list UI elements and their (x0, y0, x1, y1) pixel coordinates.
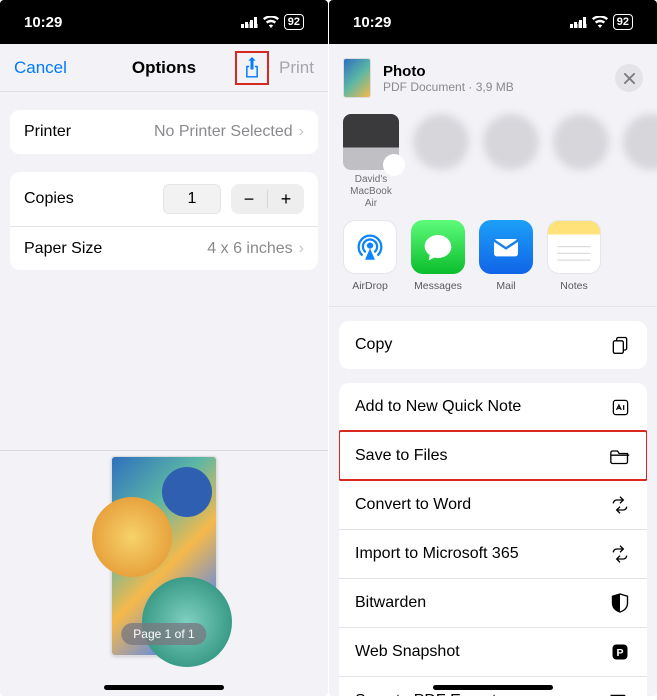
printer-label: Printer (24, 123, 71, 141)
notes-icon (547, 220, 601, 274)
print-options-screen: 10:29 92 Cancel Options Print Printer No… (0, 0, 328, 696)
copy-action[interactable]: Copy (339, 321, 647, 369)
folder-icon (609, 445, 631, 467)
airdrop-badge-icon (383, 154, 405, 176)
pdf-expert-icon (609, 690, 631, 696)
share-highlight (235, 51, 269, 85)
chevron-right-icon: › (299, 123, 304, 141)
avatar (413, 114, 469, 170)
share-apps-row: AirDrop Messages Mail Notes (329, 208, 657, 307)
document-subtitle: PDF Document · 3,9 MB (383, 80, 603, 94)
print-preview: Page 1 of 1 (0, 450, 328, 660)
import-365-action[interactable]: Import to Microsoft 365 (339, 529, 647, 578)
avatar (483, 114, 539, 170)
app-airdrop[interactable]: AirDrop (343, 220, 397, 292)
avatar (623, 114, 657, 170)
page-indicator: Page 1 of 1 (121, 623, 206, 645)
app-more[interactable] (615, 220, 657, 292)
convert-word-action[interactable]: Convert to Word (339, 480, 647, 529)
status-bar: 10:29 92 (0, 0, 328, 44)
battery-indicator: 92 (284, 14, 304, 30)
chevron-right-icon: › (299, 240, 304, 258)
app-mail[interactable]: Mail (479, 220, 533, 292)
svg-text:P: P (616, 647, 623, 659)
cellular-icon (570, 17, 587, 28)
status-bar: 10:29 92 (329, 0, 657, 44)
shield-icon (609, 592, 631, 614)
messages-icon (411, 220, 465, 274)
web-snapshot-action[interactable]: Web Snapshot P (339, 627, 647, 676)
convert-icon (609, 494, 631, 516)
battery-indicator: 92 (613, 14, 633, 30)
share-actions-group-2: Add to New Quick Note Save to Files Conv… (339, 383, 647, 696)
home-indicator[interactable] (104, 685, 224, 690)
import-icon (609, 543, 631, 565)
printer-group: Printer No Printer Selected › (10, 110, 318, 154)
navigation-bar: Cancel Options Print (0, 44, 328, 92)
decrement-button[interactable]: − (231, 184, 267, 214)
printer-value: No Printer Selected (154, 123, 293, 141)
share-sheet-header: Photo PDF Document · 3,9 MB (329, 44, 657, 108)
copies-label: Copies (24, 190, 74, 208)
share-sheet-screen: 10:29 92 Photo PDF Document · 3,9 MB Dav… (329, 0, 657, 696)
increment-button[interactable]: + (268, 184, 304, 214)
web-snapshot-icon: P (609, 641, 631, 663)
app-notes[interactable]: Notes (547, 220, 601, 292)
app-messages[interactable]: Messages (411, 220, 465, 292)
airdrop-contact[interactable]: David's MacBook Air (343, 114, 399, 198)
page-thumbnail[interactable]: Page 1 of 1 (111, 456, 217, 656)
print-button[interactable]: Print (279, 58, 314, 78)
copies-stepper: − + (231, 184, 304, 214)
print-settings-group: Copies 1 − + Paper Size 4 x 6 inches › (10, 172, 318, 270)
document-thumbnail (343, 58, 371, 98)
cancel-button[interactable]: Cancel (14, 58, 67, 78)
device-avatar (343, 114, 399, 170)
copy-icon (609, 334, 631, 356)
quick-note-icon (609, 396, 631, 418)
airdrop-icon (343, 220, 397, 274)
copies-row: Copies 1 − + (10, 172, 318, 226)
paper-size-label: Paper Size (24, 240, 102, 258)
quick-note-action[interactable]: Add to New Quick Note (339, 383, 647, 431)
contact-name: David's MacBook Air (343, 174, 399, 198)
airdrop-contact[interactable] (483, 114, 539, 198)
bitwarden-action[interactable]: Bitwarden (339, 578, 647, 627)
airdrop-contact[interactable] (413, 114, 469, 198)
share-actions-group-1: Copy (339, 321, 647, 369)
airdrop-contact[interactable] (623, 114, 657, 198)
wifi-icon (263, 16, 279, 28)
cellular-icon (241, 17, 258, 28)
avatar (553, 114, 609, 170)
printer-row[interactable]: Printer No Printer Selected › (10, 110, 318, 154)
clock: 10:29 (24, 14, 62, 31)
page-title: Options (132, 58, 196, 78)
close-button[interactable] (615, 64, 643, 92)
airdrop-contacts-row: David's MacBook Air (329, 108, 657, 208)
share-icon[interactable] (243, 57, 261, 79)
copies-value[interactable]: 1 (163, 184, 221, 214)
clock: 10:29 (353, 14, 391, 31)
document-title: Photo (383, 63, 603, 80)
mail-icon (479, 220, 533, 274)
wifi-icon (592, 16, 608, 28)
airdrop-contact[interactable] (553, 114, 609, 198)
save-to-files-action[interactable]: Save to Files (339, 431, 647, 480)
paper-size-row[interactable]: Paper Size 4 x 6 inches › (10, 226, 318, 270)
paper-size-value: 4 x 6 inches (207, 240, 292, 258)
home-indicator[interactable] (433, 685, 553, 690)
